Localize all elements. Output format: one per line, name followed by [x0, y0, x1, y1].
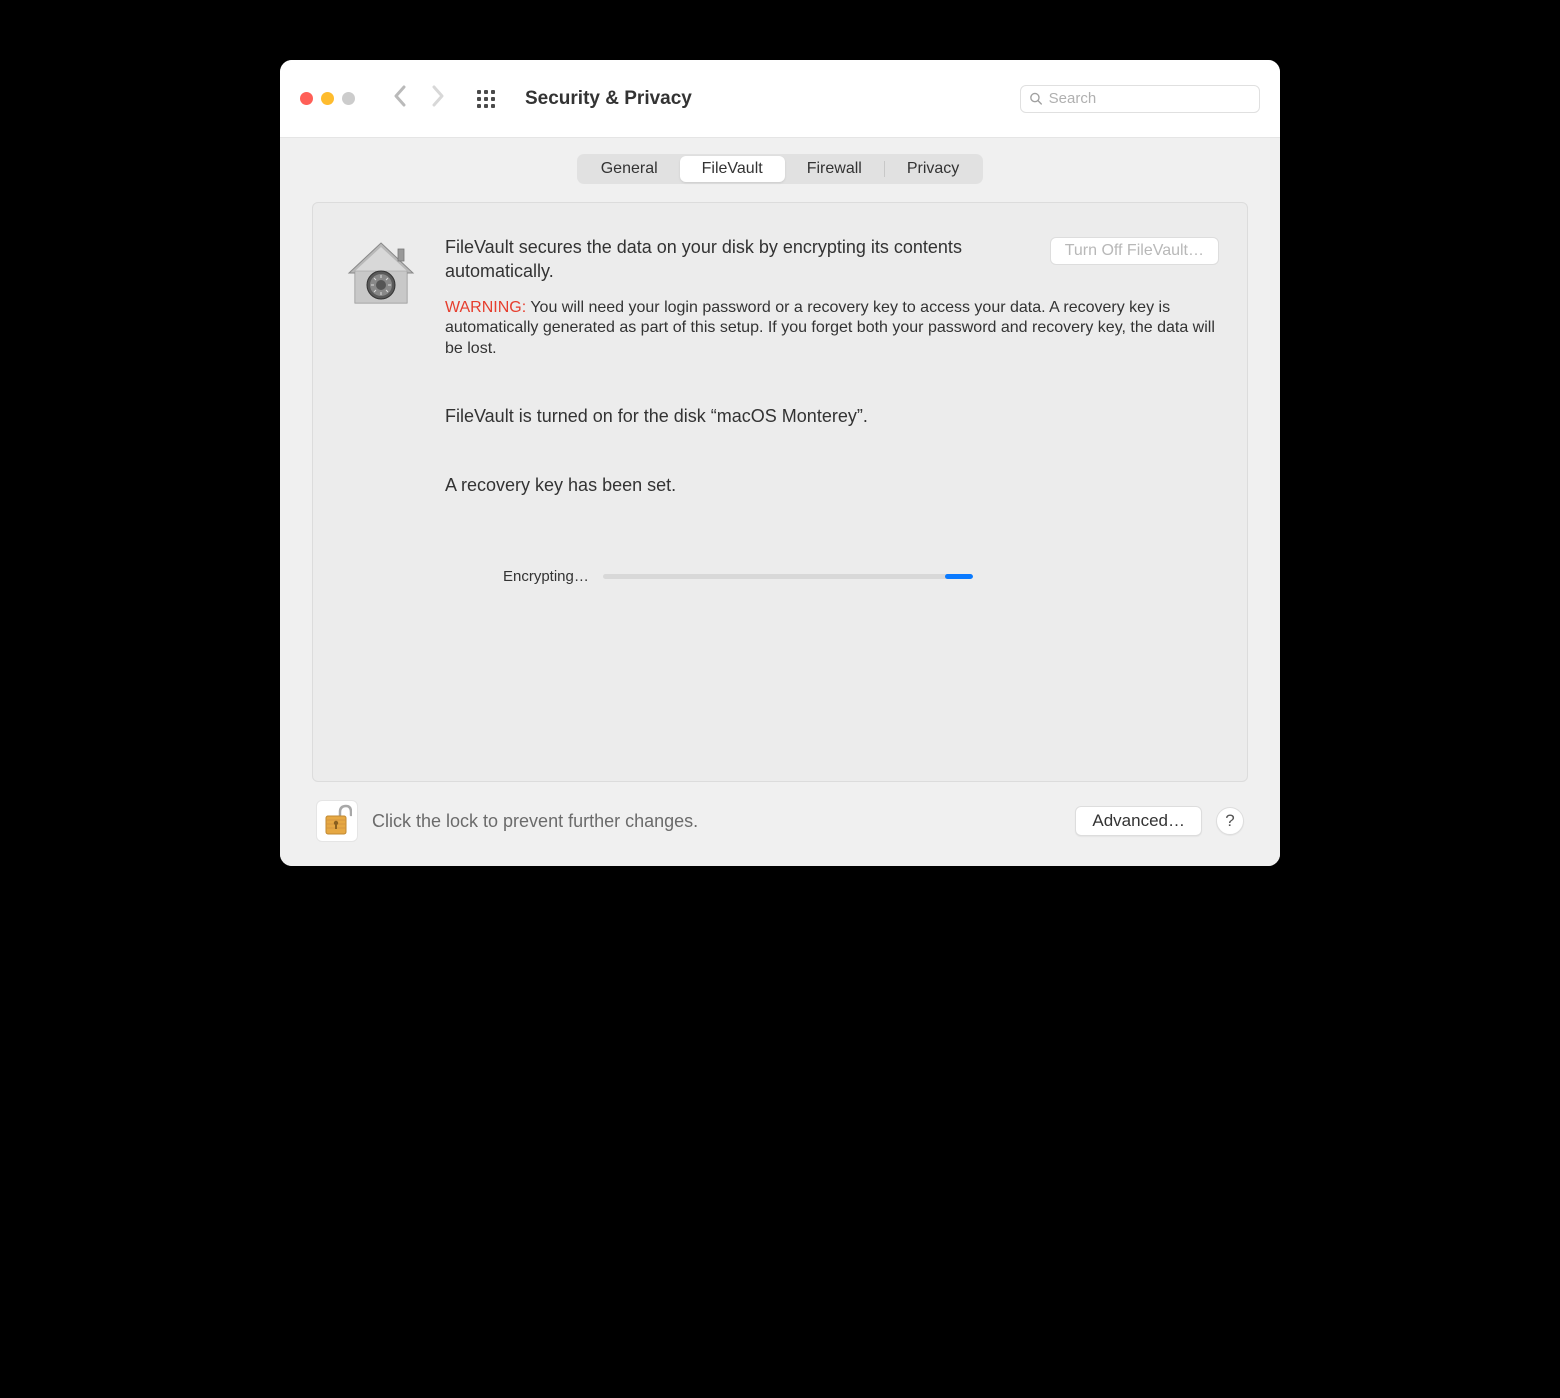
forward-button — [431, 83, 445, 114]
minimize-window-button[interactable] — [321, 92, 334, 105]
tab-privacy[interactable]: Privacy — [885, 156, 981, 182]
advanced-button[interactable]: Advanced… — [1075, 806, 1202, 836]
top-section: FileVault secures the data on your disk … — [341, 235, 1219, 585]
footer: Click the lock to prevent further change… — [312, 782, 1248, 842]
footer-right: Advanced… ? — [1075, 806, 1244, 836]
show-all-icon[interactable] — [477, 90, 495, 108]
filevault-icon — [341, 235, 421, 315]
tab-filevault[interactable]: FileVault — [680, 156, 785, 182]
nav-arrows — [393, 83, 445, 114]
tab-general[interactable]: General — [579, 156, 680, 182]
progress-chunk — [945, 574, 973, 579]
lock-button[interactable] — [316, 800, 358, 842]
text-column: FileVault secures the data on your disk … — [445, 235, 1219, 585]
help-button[interactable]: ? — [1216, 807, 1244, 835]
progress-row: Encrypting… — [503, 568, 1219, 585]
window-title: Security & Privacy — [525, 88, 692, 110]
recovery-key-text: A recovery key has been set. — [445, 475, 1219, 496]
close-window-button[interactable] — [300, 92, 313, 105]
lock-hint-text: Click the lock to prevent further change… — [372, 811, 698, 832]
filevault-panel: FileVault secures the data on your disk … — [312, 202, 1248, 782]
status-text: FileVault is turned on for the disk “mac… — [445, 406, 1219, 427]
titlebar: Security & Privacy — [280, 60, 1280, 138]
turn-off-filevault-button: Turn Off FileVault… — [1050, 237, 1219, 265]
tabs-container: General FileVault Firewall Privacy — [312, 138, 1248, 184]
progress-label: Encrypting… — [503, 568, 589, 585]
progress-bar — [603, 574, 973, 579]
tab-firewall[interactable]: Firewall — [785, 156, 884, 182]
zoom-window-button — [342, 92, 355, 105]
warning-label: WARNING: — [445, 299, 526, 316]
warning-text: WARNING: You will need your login passwo… — [445, 298, 1219, 360]
preferences-window: Security & Privacy General FileVault Fir… — [280, 60, 1280, 866]
tabs: General FileVault Firewall Privacy — [577, 154, 984, 184]
back-button[interactable] — [393, 83, 407, 114]
search-input[interactable] — [1049, 90, 1251, 107]
traffic-lights — [300, 92, 355, 105]
search-box[interactable] — [1020, 85, 1260, 113]
content-area: General FileVault Firewall Privacy — [280, 138, 1280, 866]
lock-open-icon — [322, 804, 352, 838]
warning-body: You will need your login password or a r… — [445, 299, 1215, 358]
search-icon — [1029, 91, 1043, 106]
intro-text: FileVault secures the data on your disk … — [445, 235, 1026, 284]
